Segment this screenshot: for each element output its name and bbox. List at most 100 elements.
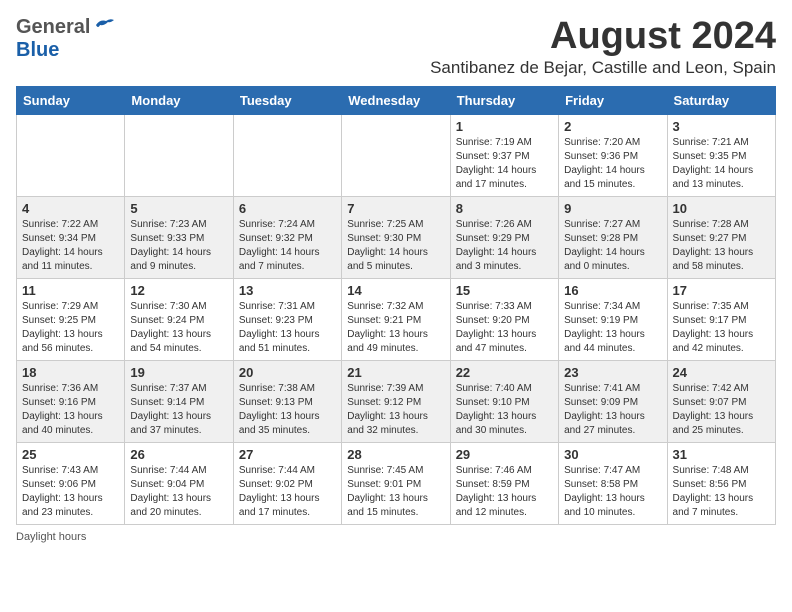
day-number: 29 [456,447,553,462]
calendar-cell-4-5: 30 Sunrise: 7:47 AM Sunset: 8:58 PM Dayli… [559,442,667,524]
calendar-cell-3-4: 22 Sunrise: 7:40 AM Sunset: 9:10 PM Dayli… [450,360,558,442]
calendar-cell-0-0 [17,114,125,196]
day-number: 26 [130,447,227,462]
week-row-3: 11Sunrise: 7:29 AM Sunset: 9:25 PM Dayli… [17,278,776,360]
day-info: Sunrise: 7:26 AM Sunset: 9:29 PM Dayligh… [456,218,553,274]
weekday-header-row: SundayMondayTuesdayWednesdayThursdayFrid… [17,86,776,114]
day-info: Sunrise: 7:30 AM Sunset: 9:24 PM Dayligh… [130,300,227,356]
calendar-cell-1-0: 4Sunrise: 7:22 AM Sunset: 9:34 PM Daylig… [17,196,125,278]
day-number: 10 [673,201,770,216]
day-number: 30 [564,447,661,462]
day-info: Sunrise: 7:45 AM Sunset: 9:01 PM Dayligh… [347,464,444,520]
calendar-cell-3-2: 20 Sunrise: 7:38 AM Sunset: 9:13 PM Dayli… [233,360,341,442]
day-info: Sunrise: 7:38 AM Sunset: 9:13 PM Dayligh… [239,382,336,438]
day-info: Sunrise: 7:35 AM Sunset: 9:17 PM Dayligh… [673,300,770,356]
calendar-cell-1-3: 7 Sunrise: 7:25 AM Sunset: 9:30 PM Daylig… [342,196,450,278]
calendar-cell-2-3: 14 Sunrise: 7:32 AM Sunset: 9:21 PM Dayli… [342,278,450,360]
day-info: Sunrise: 7:27 AM Sunset: 9:28 PM Dayligh… [564,218,661,274]
calendar-cell-2-6: 17 Sunrise: 7:35 AM Sunset: 9:17 PM Dayli… [667,278,775,360]
logo: General Blue [16,16,114,62]
day-number: 18 [22,365,119,380]
day-info: Sunrise: 7:40 AM Sunset: 9:10 PM Dayligh… [456,382,553,438]
calendar-cell-3-0: 18 Sunrise: 7:36 AM Sunset: 9:16 PM Dayli… [17,360,125,442]
footer-note: Daylight hours [16,531,776,543]
weekday-header-saturday: Saturday [667,86,775,114]
day-number: 22 [456,365,553,380]
day-number: 8 [456,201,553,216]
calendar-cell-0-2 [233,114,341,196]
logo-blue: Blue [16,39,114,62]
day-info: Sunrise: 7:29 AM Sunset: 9:25 PM Dayligh… [22,300,119,356]
weekday-header-thursday: Thursday [450,86,558,114]
day-number: 1 [456,119,553,134]
day-number: 7 [347,201,444,216]
day-number: 25 [22,447,119,462]
calendar-cell-4-2: 27 Sunrise: 7:44 AM Sunset: 9:02 PM Dayli… [233,442,341,524]
calendar-cell-2-2: 13Sunrise: 7:31 AM Sunset: 9:23 PM Dayli… [233,278,341,360]
day-info: Sunrise: 7:34 AM Sunset: 9:19 PM Dayligh… [564,300,661,356]
day-info: Sunrise: 7:47 AM Sunset: 8:58 PM Dayligh… [564,464,661,520]
day-info: Sunrise: 7:19 AM Sunset: 9:37 PM Dayligh… [456,136,553,192]
day-info: Sunrise: 7:32 AM Sunset: 9:21 PM Dayligh… [347,300,444,356]
weekday-header-friday: Friday [559,86,667,114]
main-title: August 2024 [430,16,776,58]
calendar-cell-0-1 [125,114,233,196]
day-info: Sunrise: 7:37 AM Sunset: 9:14 PM Dayligh… [130,382,227,438]
calendar-cell-3-6: 24Sunrise: 7:42 AM Sunset: 9:07 PM Dayli… [667,360,775,442]
week-row-5: 25 Sunrise: 7:43 AM Sunset: 9:06 PM Dayli… [17,442,776,524]
weekday-header-wednesday: Wednesday [342,86,450,114]
day-number: 15 [456,283,553,298]
calendar-cell-2-0: 11Sunrise: 7:29 AM Sunset: 9:25 PM Dayli… [17,278,125,360]
week-row-4: 18 Sunrise: 7:36 AM Sunset: 9:16 PM Dayli… [17,360,776,442]
day-info: Sunrise: 7:20 AM Sunset: 9:36 PM Dayligh… [564,136,661,192]
week-row-2: 4Sunrise: 7:22 AM Sunset: 9:34 PM Daylig… [17,196,776,278]
day-info: Sunrise: 7:25 AM Sunset: 9:30 PM Dayligh… [347,218,444,274]
calendar-cell-1-6: 10 Sunrise: 7:28 AM Sunset: 9:27 PM Dayli… [667,196,775,278]
calendar-cell-1-5: 9 Sunrise: 7:27 AM Sunset: 9:28 PM Daylig… [559,196,667,278]
day-number: 31 [673,447,770,462]
logo-general: General [16,16,90,39]
day-number: 16 [564,283,661,298]
calendar-cell-3-5: 23Sunrise: 7:41 AM Sunset: 9:09 PM Dayli… [559,360,667,442]
calendar-cell-2-1: 12 Sunrise: 7:30 AM Sunset: 9:24 PM Dayli… [125,278,233,360]
day-number: 24 [673,365,770,380]
calendar-cell-0-4: 1 Sunrise: 7:19 AM Sunset: 9:37 PM Daylig… [450,114,558,196]
day-number: 27 [239,447,336,462]
day-info: Sunrise: 7:43 AM Sunset: 9:06 PM Dayligh… [22,464,119,520]
day-info: Sunrise: 7:23 AM Sunset: 9:33 PM Dayligh… [130,218,227,274]
header: General Blue August 2024 Santibanez de B… [16,16,776,78]
calendar-cell-0-3 [342,114,450,196]
week-row-1: 1 Sunrise: 7:19 AM Sunset: 9:37 PM Daylig… [17,114,776,196]
day-info: Sunrise: 7:48 AM Sunset: 8:56 PM Dayligh… [673,464,770,520]
calendar-cell-1-1: 5Sunrise: 7:23 AM Sunset: 9:33 PM Daylig… [125,196,233,278]
weekday-header-tuesday: Tuesday [233,86,341,114]
calendar-cell-4-3: 28Sunrise: 7:45 AM Sunset: 9:01 PM Dayli… [342,442,450,524]
day-number: 9 [564,201,661,216]
day-info: Sunrise: 7:24 AM Sunset: 9:32 PM Dayligh… [239,218,336,274]
day-number: 14 [347,283,444,298]
day-number: 13 [239,283,336,298]
day-info: Sunrise: 7:36 AM Sunset: 9:16 PM Dayligh… [22,382,119,438]
calendar-cell-4-0: 25 Sunrise: 7:43 AM Sunset: 9:06 PM Dayli… [17,442,125,524]
weekday-header-monday: Monday [125,86,233,114]
calendar-cell-4-4: 29Sunrise: 7:46 AM Sunset: 8:59 PM Dayli… [450,442,558,524]
weekday-header-sunday: Sunday [17,86,125,114]
calendar-cell-1-2: 6Sunrise: 7:24 AM Sunset: 9:32 PM Daylig… [233,196,341,278]
day-number: 17 [673,283,770,298]
day-info: Sunrise: 7:21 AM Sunset: 9:35 PM Dayligh… [673,136,770,192]
calendar-cell-1-4: 8 Sunrise: 7:26 AM Sunset: 9:29 PM Daylig… [450,196,558,278]
day-info: Sunrise: 7:44 AM Sunset: 9:04 PM Dayligh… [130,464,227,520]
calendar-cell-3-1: 19 Sunrise: 7:37 AM Sunset: 9:14 PM Dayli… [125,360,233,442]
calendar: SundayMondayTuesdayWednesdayThursdayFrid… [16,86,776,525]
day-info: Sunrise: 7:44 AM Sunset: 9:02 PM Dayligh… [239,464,336,520]
day-number: 12 [130,283,227,298]
calendar-cell-3-3: 21 Sunrise: 7:39 AM Sunset: 9:12 PM Dayli… [342,360,450,442]
day-info: Sunrise: 7:28 AM Sunset: 9:27 PM Dayligh… [673,218,770,274]
calendar-cell-4-6: 31 Sunrise: 7:48 AM Sunset: 8:56 PM Dayli… [667,442,775,524]
day-number: 3 [673,119,770,134]
day-number: 19 [130,365,227,380]
day-number: 20 [239,365,336,380]
day-info: Sunrise: 7:41 AM Sunset: 9:09 PM Dayligh… [564,382,661,438]
day-info: Sunrise: 7:39 AM Sunset: 9:12 PM Dayligh… [347,382,444,438]
day-number: 21 [347,365,444,380]
